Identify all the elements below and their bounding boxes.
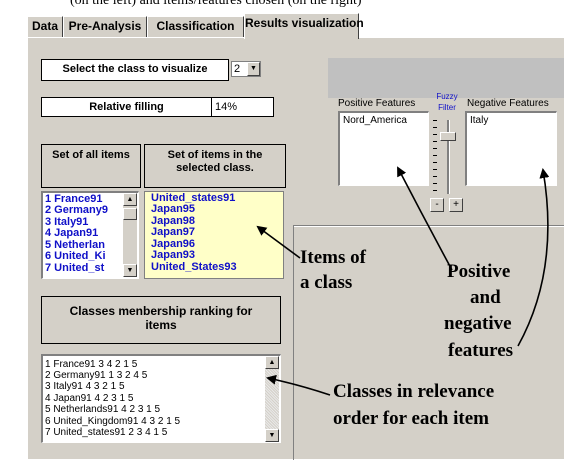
minus-button[interactable]: - bbox=[430, 198, 444, 212]
list-item[interactable]: Italy bbox=[470, 115, 488, 126]
class-select-dropdown[interactable]: 2 ▼ bbox=[231, 61, 261, 77]
all-items-scrollbar[interactable]: ▲ ▼ bbox=[123, 193, 137, 277]
selected-class-header-label: Set of items in the selected class. bbox=[167, 149, 263, 174]
scroll-down-icon[interactable]: ▼ bbox=[265, 429, 279, 442]
annotation-items-of-class-2: a class bbox=[300, 272, 353, 293]
inner-frame-line bbox=[294, 226, 564, 227]
list-item[interactable]: 4 Japan91 4 2 3 1 5 bbox=[45, 393, 133, 404]
list-item[interactable]: Japan95 bbox=[151, 203, 195, 215]
list-item[interactable]: Japan97 bbox=[151, 226, 195, 238]
relative-filling-label-box: Relative filling bbox=[41, 97, 212, 117]
annotation-pos-neg-3: negative bbox=[444, 313, 512, 334]
all-items-list[interactable]: 1 France91 2 Germany9 3 Italy91 4 Japan9… bbox=[41, 191, 139, 279]
list-item[interactable]: 1 France91 3 4 2 1 5 bbox=[45, 359, 137, 370]
annotation-relevance-2: order for each item bbox=[333, 408, 489, 429]
list-item[interactable]: 6 United_Kingdom91 4 3 2 1 5 bbox=[45, 416, 180, 427]
selected-class-list[interactable]: United_states91 Japan95 Japan98 Japan97 … bbox=[144, 191, 284, 279]
inner-frame-line bbox=[293, 225, 294, 460]
list-item[interactable]: 6 United_Ki bbox=[45, 250, 106, 262]
all-items-header: Set of all items bbox=[41, 144, 141, 188]
slider-thumb[interactable] bbox=[440, 132, 456, 141]
scroll-track[interactable] bbox=[265, 369, 279, 429]
class-select-value: 2 bbox=[234, 63, 241, 75]
list-item[interactable]: 7 United_st bbox=[45, 262, 104, 274]
annotation-relevance-1: Classes in relevance bbox=[333, 381, 495, 402]
ranking-scrollbar[interactable]: ▲ ▼ bbox=[265, 356, 279, 442]
slider-ticks bbox=[433, 120, 437, 194]
list-item[interactable]: Japan93 bbox=[151, 249, 195, 261]
relative-filling-label: Relative filling bbox=[89, 101, 164, 113]
tab-data[interactable]: Data bbox=[27, 16, 63, 37]
scroll-down-icon[interactable]: ▼ bbox=[123, 264, 137, 277]
negative-features-list[interactable]: Italy bbox=[465, 111, 557, 186]
top-caption: (on the left) and items/features chosen … bbox=[70, 0, 362, 8]
select-class-label: Select the class to visualize bbox=[62, 63, 208, 75]
annotation-pos-neg-2: and bbox=[470, 287, 501, 308]
list-item[interactable]: 5 Netherlands91 4 2 3 1 5 bbox=[45, 404, 160, 415]
all-items-header-label: Set of all items bbox=[52, 149, 130, 161]
fuzzy-filter-slider[interactable] bbox=[431, 118, 461, 196]
relative-filling-value: 14% bbox=[215, 101, 238, 113]
list-item[interactable]: 4 Japan91 bbox=[45, 227, 98, 239]
chevron-down-icon[interactable]: ▼ bbox=[247, 62, 260, 76]
tab-results-visualization[interactable]: Results visualization bbox=[244, 13, 364, 39]
plus-button[interactable]: + bbox=[449, 198, 463, 212]
select-class-label-box: Select the class to visualize bbox=[41, 59, 229, 81]
positive-features-list[interactable]: Nord_America bbox=[338, 111, 429, 186]
selected-class-header: Set of items in the selected class. bbox=[144, 144, 286, 188]
list-item[interactable]: 2 Germany9 bbox=[45, 204, 108, 216]
tab-classification[interactable]: Classification bbox=[147, 16, 244, 37]
list-item[interactable]: 2 Germany91 1 3 2 4 5 bbox=[45, 370, 147, 381]
fuzzy-filter-label: Fuzzy Filter bbox=[436, 92, 458, 112]
ranking-header-label: Classes menbership ranking for items bbox=[69, 304, 253, 332]
ranking-header: Classes menbership ranking for items bbox=[41, 296, 281, 344]
scroll-thumb[interactable] bbox=[123, 208, 137, 220]
annotation-pos-neg-1: Positive bbox=[447, 261, 511, 282]
list-item[interactable]: United_States93 bbox=[151, 261, 237, 273]
negative-features-label: Negative Features bbox=[467, 98, 549, 109]
ranking-list[interactable]: 1 France91 3 4 2 1 5 2 Germany91 1 3 2 4… bbox=[41, 354, 281, 443]
scroll-up-icon[interactable]: ▲ bbox=[265, 356, 279, 369]
scroll-up-icon[interactable]: ▲ bbox=[123, 193, 137, 206]
annotation-items-of-class-1: Items of bbox=[300, 247, 366, 268]
relative-filling-value-box: 14% bbox=[212, 97, 274, 117]
list-item[interactable]: Nord_America bbox=[343, 115, 407, 126]
positive-features-label: Positive Features bbox=[338, 98, 416, 109]
tab-pre-analysis[interactable]: Pre-Analysis bbox=[63, 16, 147, 37]
list-item[interactable]: 3 Italy91 4 3 2 1 5 bbox=[45, 381, 125, 392]
list-item[interactable]: 7 United_states91 2 3 4 1 5 bbox=[45, 427, 167, 438]
annotation-pos-neg-4: features bbox=[448, 340, 514, 361]
